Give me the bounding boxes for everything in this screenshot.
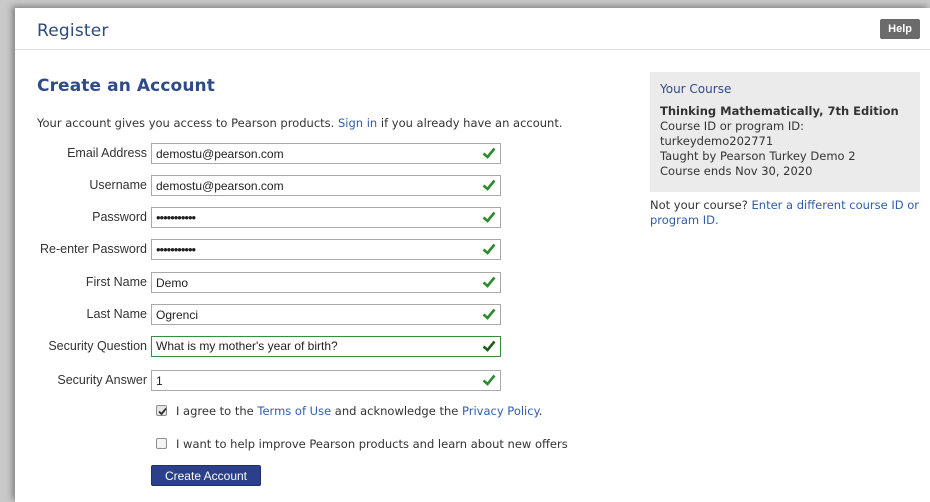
offers-checkbox[interactable]	[156, 438, 167, 449]
intro-text-after: if you already have an account.	[377, 116, 563, 130]
username-field[interactable]	[151, 175, 501, 196]
course-end-date: Course ends Nov 30, 2020	[660, 164, 813, 178]
first-name-field[interactable]	[151, 272, 501, 293]
check-icon	[482, 276, 496, 288]
check-icon	[482, 147, 496, 159]
register-title: Register	[37, 21, 109, 41]
last-name-row: Last Name	[15, 304, 525, 326]
reenter-password-label: Re-enter Password	[40, 242, 147, 256]
course-instructor: Taught by Pearson Turkey Demo 2	[660, 149, 856, 163]
last-name-field[interactable]	[151, 304, 501, 325]
last-name-label: Last Name	[86, 307, 147, 321]
check-icon	[482, 243, 496, 255]
course-panel-title: Your Course	[660, 82, 732, 96]
checkbox-check-icon	[158, 407, 167, 416]
username-label: Username	[89, 178, 147, 192]
email-field[interactable]	[151, 143, 501, 164]
intro-text: Your account gives you access to Pearson…	[37, 116, 563, 130]
security-question-select[interactable]: What is my mother's year of birth?	[151, 336, 501, 357]
first-name-label: First Name	[85, 275, 147, 289]
security-answer-row: Security Answer	[15, 370, 525, 392]
course-id-label: Course ID or program ID:	[660, 119, 804, 133]
course-panel: Your Course Thinking Mathematically, 7th…	[650, 72, 920, 192]
email-label: Email Address	[67, 146, 147, 160]
security-question-row: Security Question What is my mother's ye…	[15, 336, 525, 358]
help-button[interactable]: Help	[880, 19, 920, 39]
username-row: Username	[15, 175, 525, 197]
header-bar: Register Help	[15, 8, 930, 50]
terms-text: I agree to the Terms of Use and acknowle…	[176, 404, 542, 418]
register-window: Register Help Create an Account Your acc…	[15, 8, 930, 502]
reenter-password-field[interactable]	[151, 239, 501, 260]
email-row: Email Address	[15, 143, 525, 165]
password-label: Password	[92, 210, 147, 224]
terms-text-before: I agree to the	[176, 404, 258, 418]
page-title: Create an Account	[37, 76, 215, 96]
check-icon	[482, 374, 496, 386]
intro-text-before: Your account gives you access to Pearson…	[37, 116, 338, 130]
offers-text: I want to help improve Pearson products …	[176, 437, 568, 451]
terms-of-use-link[interactable]: Terms of Use	[257, 404, 331, 418]
sign-in-link[interactable]: Sign in	[338, 116, 377, 130]
check-icon	[482, 340, 496, 352]
check-icon	[482, 308, 496, 320]
not-your-course: Not your course? Enter a different cours…	[650, 198, 930, 228]
security-answer-label: Security Answer	[57, 373, 147, 387]
course-name: Thinking Mathematically, 7th Edition	[660, 104, 899, 118]
security-answer-field[interactable]	[151, 370, 501, 391]
privacy-policy-link[interactable]: Privacy Policy	[462, 404, 539, 418]
not-your-course-text: Not your course?	[650, 198, 752, 212]
security-question-label: Security Question	[48, 339, 147, 353]
check-icon	[482, 179, 496, 191]
terms-text-after: .	[538, 404, 543, 418]
password-field[interactable]	[151, 207, 501, 228]
terms-checkbox[interactable]	[156, 405, 167, 416]
terms-text-middle: and acknowledge the	[331, 404, 462, 418]
check-icon	[482, 211, 496, 223]
create-account-button[interactable]: Create Account	[151, 465, 261, 486]
course-id-value: turkeydemo202771	[660, 134, 774, 148]
reenter-password-row: Re-enter Password	[15, 239, 525, 261]
password-row: Password	[15, 207, 525, 229]
first-name-row: First Name	[15, 272, 525, 294]
